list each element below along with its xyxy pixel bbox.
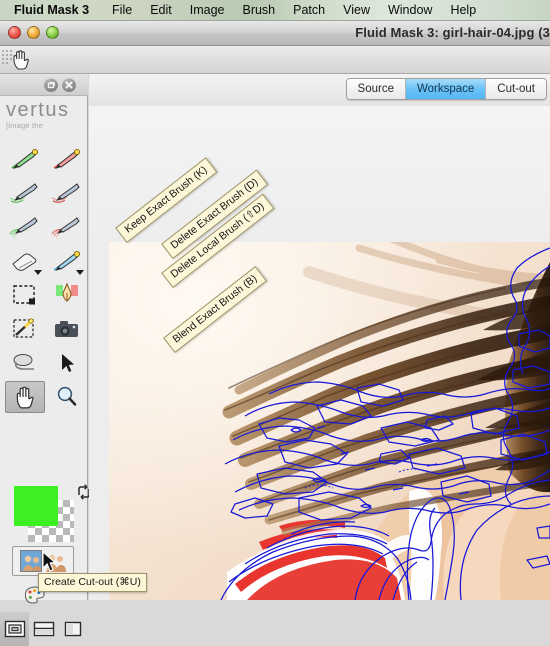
close-panel-button[interactable]	[62, 78, 76, 92]
menu-item-image[interactable]: Image	[181, 0, 234, 21]
close-button[interactable]	[8, 26, 21, 39]
menu-item-brush[interactable]: Brush	[233, 0, 284, 21]
menu-item-file[interactable]: File	[103, 0, 141, 21]
logo-tagline: [image the	[6, 121, 44, 130]
tool-keep-local-brush[interactable]	[4, 176, 46, 210]
tool-blob-brush[interactable]	[4, 346, 46, 380]
tool-delete-blend-brush[interactable]	[46, 210, 88, 244]
cutout-preview-thumbnail-a	[19, 550, 42, 572]
canvas-left-gutter	[89, 242, 109, 600]
logo-wordmark: vertus	[6, 99, 70, 121]
view-mode-split-horizontal[interactable]	[29, 612, 58, 646]
tab-source[interactable]: Source	[346, 79, 406, 99]
tool-grid	[4, 142, 88, 414]
tool-marquee-select[interactable]	[4, 278, 46, 312]
tool-row	[4, 210, 88, 244]
menu-item-edit[interactable]: Edit	[141, 0, 181, 21]
canvas-top-filler	[89, 106, 550, 242]
tool-keep-blend-brush[interactable]	[4, 210, 46, 244]
tool-zoom[interactable]	[46, 380, 88, 414]
view-mode-side-by-side[interactable]	[58, 612, 87, 646]
tab-workspace[interactable]: Workspace	[405, 79, 487, 99]
tool-row	[4, 312, 88, 346]
tool-magic-wand[interactable]	[4, 312, 46, 346]
tool-row	[4, 346, 88, 380]
application-body: vertus [image the Create Cut-out (⌘U) So…	[0, 46, 550, 646]
restore-panel-button[interactable]	[44, 78, 58, 92]
tool-row	[4, 176, 88, 210]
tool-blend-pen[interactable]	[46, 278, 88, 312]
menu-item-app[interactable]: Fluid Mask 3	[0, 0, 103, 21]
workspace-area: Source Workspace Cut-out Keep Exact Brus…	[89, 74, 550, 600]
color-swatch-group	[14, 484, 90, 542]
tool-row	[4, 142, 88, 176]
window-title-bar: Fluid Mask 3: girl-hair-04.jpg (3	[0, 21, 550, 46]
tooltip-create-cutout: Create Cut-out (⌘U)	[38, 573, 147, 592]
tool-row	[4, 244, 88, 278]
minimize-button[interactable]	[27, 26, 40, 39]
image-canvas[interactable]	[109, 242, 550, 600]
hand-cursor-icon	[12, 50, 30, 70]
tool-pointer[interactable]	[46, 346, 88, 380]
create-cutout-button[interactable]	[12, 546, 74, 576]
menu-item-help[interactable]: Help	[441, 0, 485, 21]
view-mode-single[interactable]	[0, 612, 29, 646]
window-controls	[8, 26, 59, 39]
tool-delete-local-brush[interactable]	[46, 176, 88, 210]
tool-eraser[interactable]	[4, 244, 46, 278]
vertus-logo: vertus [image the	[6, 100, 88, 130]
tools-panel: vertus [image the Create Cut-out (⌘U)	[0, 74, 147, 646]
tools-panel-header	[0, 74, 88, 96]
tool-row	[4, 380, 88, 414]
tool-row	[4, 278, 88, 312]
tool-hand-pan[interactable]	[5, 381, 45, 413]
menu-item-patch[interactable]: Patch	[284, 0, 334, 21]
top-tool-strip	[0, 46, 550, 74]
view-tabs: Source Workspace Cut-out	[345, 78, 547, 100]
tool-camera-snapshot[interactable]	[46, 312, 88, 346]
menu-item-window[interactable]: Window	[379, 0, 441, 21]
tool-blend-exact-brush[interactable]	[46, 244, 88, 278]
pointer-cursor-icon	[41, 551, 57, 573]
view-tab-strip: Source Workspace Cut-out	[89, 74, 550, 106]
foreground-color-swatch[interactable]	[14, 486, 58, 526]
tab-cutout[interactable]: Cut-out	[486, 79, 546, 99]
blend-brush-options-triangle[interactable]	[76, 270, 84, 275]
zoom-button[interactable]	[46, 26, 59, 39]
window-title: Fluid Mask 3: girl-hair-04.jpg (3	[355, 25, 550, 40]
tool-keep-exact-brush[interactable]	[4, 142, 46, 176]
tool-delete-exact-brush[interactable]	[46, 142, 88, 176]
view-mode-group	[0, 612, 88, 646]
menu-bar: Fluid Mask 3 File Edit Image Brush Patch…	[0, 0, 550, 21]
menu-item-view[interactable]: View	[334, 0, 379, 21]
eraser-options-triangle[interactable]	[34, 270, 42, 275]
drag-grip-dots	[2, 50, 12, 68]
